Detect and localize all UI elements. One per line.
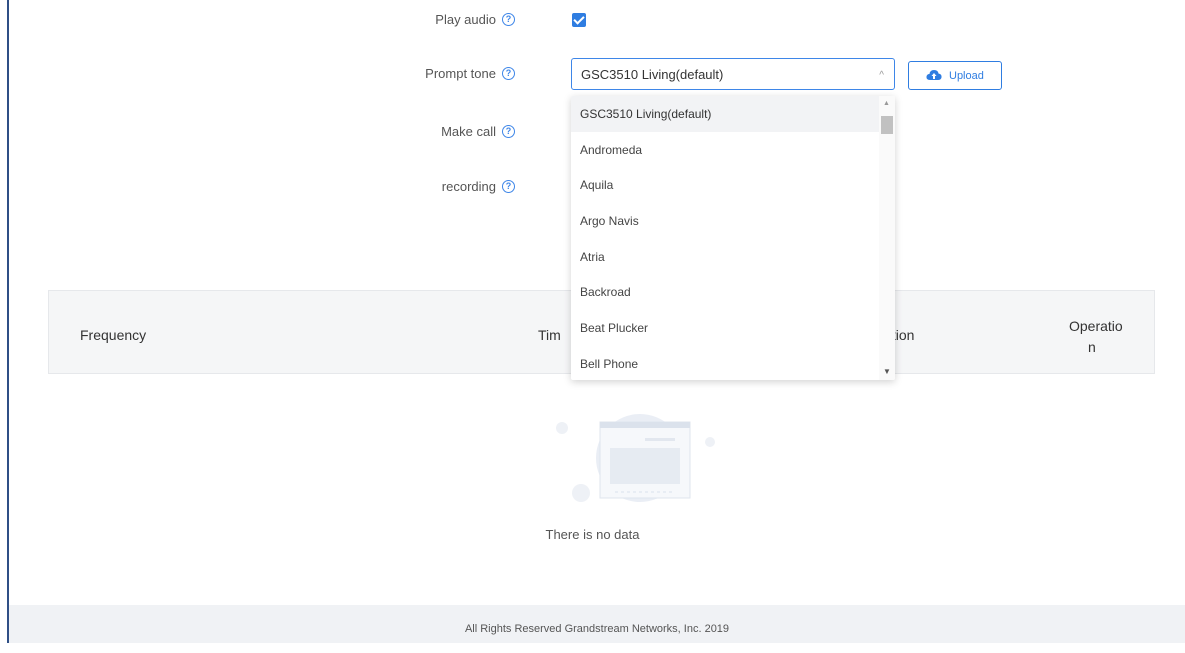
prompt-tone-label: Prompt tone bbox=[425, 66, 496, 81]
make-call-label: Make call bbox=[441, 124, 496, 139]
scroll-up-icon[interactable]: ▲ bbox=[883, 100, 890, 107]
question-circle-icon[interactable]: ? bbox=[502, 13, 515, 26]
play-audio-checkbox[interactable] bbox=[572, 13, 586, 27]
dropdown-option[interactable]: GSC3510 Living(default) bbox=[571, 96, 879, 132]
dropdown-scrollbar[interactable]: ▲ ▼ bbox=[879, 96, 895, 380]
column-header-operation[interactable]: Operatio bbox=[1069, 318, 1123, 334]
question-circle-icon[interactable]: ? bbox=[502, 180, 515, 193]
recording-label: recording bbox=[441, 179, 496, 194]
dropdown-options-list: GSC3510 Living(default) Andromeda Aquila… bbox=[571, 96, 879, 380]
dropdown-option[interactable]: Argo Navis bbox=[571, 203, 879, 239]
dropdown-option[interactable]: Beat Plucker bbox=[571, 310, 879, 346]
upload-button[interactable]: Upload bbox=[908, 61, 1002, 90]
play-audio-row: Play audio ? bbox=[0, 6, 1185, 36]
dropdown-option[interactable]: Bell Phone bbox=[571, 346, 879, 380]
dropdown-option[interactable]: Atria bbox=[571, 239, 879, 275]
prompt-tone-dropdown: GSC3510 Living(default) Andromeda Aquila… bbox=[571, 96, 895, 380]
column-header-frequency[interactable]: Frequency bbox=[80, 327, 146, 343]
question-circle-icon[interactable]: ? bbox=[502, 67, 515, 80]
column-header-operation-wrap: n bbox=[1088, 339, 1096, 355]
play-audio-label: Play audio bbox=[435, 12, 496, 27]
empty-state-text: There is no data bbox=[545, 527, 640, 542]
empty-box-icon bbox=[556, 414, 715, 502]
prompt-tone-selected-value: GSC3510 Living(default) bbox=[581, 67, 724, 82]
footer-copyright: All Rights Reserved Grandstream Networks… bbox=[464, 623, 730, 635]
footer: All Rights Reserved Grandstream Networks… bbox=[9, 605, 1185, 643]
scrollbar-thumb[interactable] bbox=[881, 116, 893, 134]
dropdown-option[interactable]: Andromeda bbox=[571, 132, 879, 168]
scroll-down-icon[interactable]: ▼ bbox=[883, 367, 891, 376]
prompt-tone-select[interactable]: GSC3510 Living(default) ^ bbox=[571, 58, 895, 90]
question-circle-icon[interactable]: ? bbox=[502, 125, 515, 138]
dropdown-option[interactable]: Aquila bbox=[571, 167, 879, 203]
upload-button-label: Upload bbox=[949, 70, 984, 82]
column-header-time[interactable]: Tim bbox=[538, 327, 561, 343]
dropdown-option[interactable]: Backroad bbox=[571, 274, 879, 310]
chevron-up-icon: ^ bbox=[879, 70, 884, 81]
window-frame-left bbox=[7, 0, 9, 643]
cloud-upload-icon bbox=[926, 70, 942, 80]
